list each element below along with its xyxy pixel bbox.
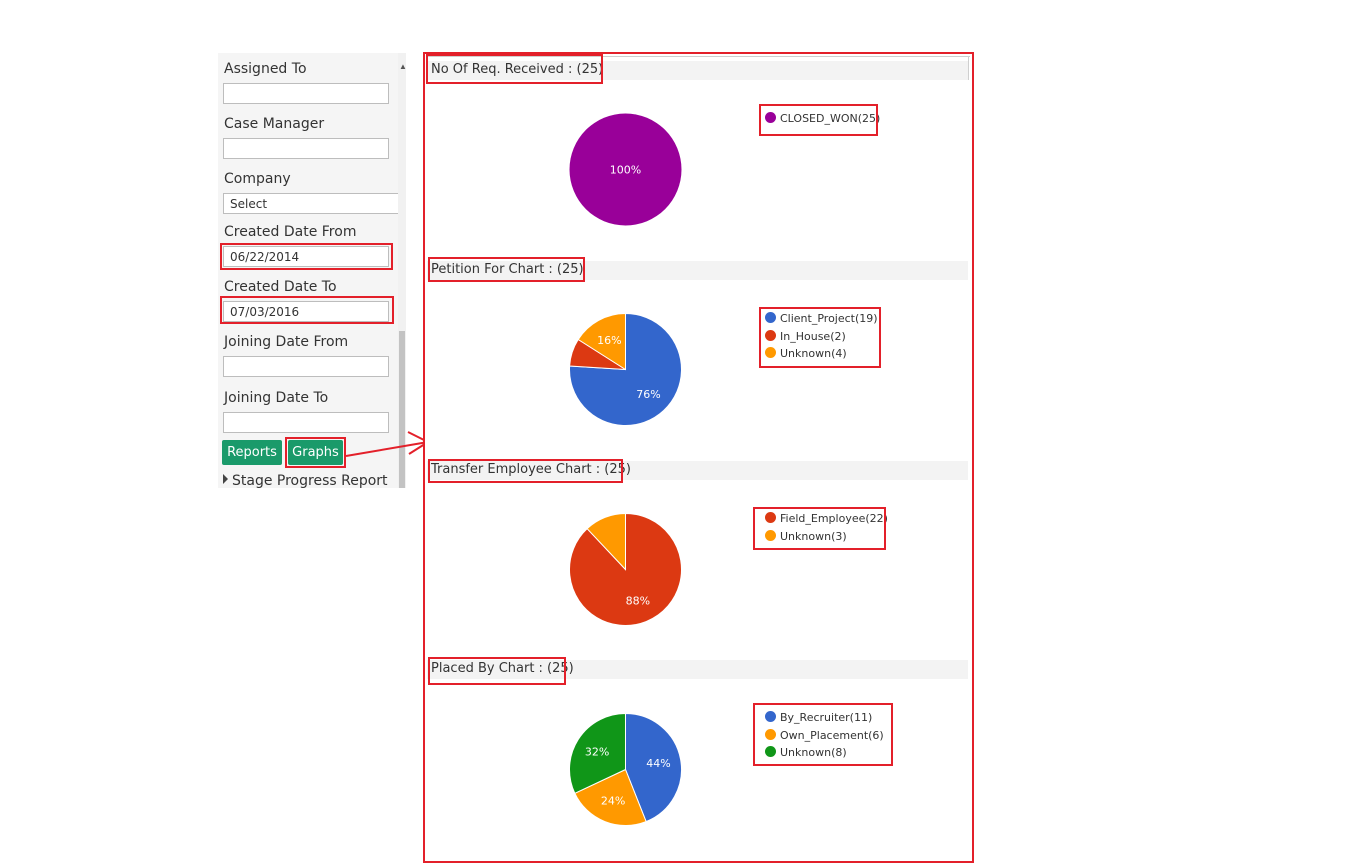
pie-slice-label: 76% (636, 388, 660, 401)
created-date-to-highlight (220, 296, 394, 324)
petition-title-highlight (428, 257, 585, 282)
joining-date-from-label: Joining Date From (224, 334, 349, 350)
created-date-from-label: Created Date From (224, 224, 357, 240)
joining-date-to-label: Joining Date To (224, 390, 329, 406)
filter-sidebar: Assigned To Case Manager Company Select … (218, 53, 406, 488)
reports-button[interactable]: Reports (222, 440, 282, 465)
pie-slice-label: 16% (597, 334, 621, 347)
transfer-employee-pie-chart: 88% (569, 512, 682, 626)
req-received-title-highlight (426, 54, 603, 84)
petition-legend-highlight (759, 307, 881, 368)
pie-slice-label: 44% (646, 757, 670, 770)
created-date-from-highlight (220, 243, 393, 270)
stage-progress-report-label: Stage Progress Report (232, 473, 388, 488)
assigned-to-label: Assigned To (224, 61, 307, 77)
placed-by-title-highlight (428, 657, 566, 685)
pie-slice-label: 88% (626, 595, 650, 608)
joining-date-from-field[interactable] (223, 356, 389, 377)
pie-slice-label: 24% (601, 795, 625, 808)
case-manager-field[interactable] (223, 138, 389, 159)
company-label: Company (224, 171, 291, 187)
stage-progress-report-toggle[interactable]: Stage Progress Report (223, 473, 388, 488)
placed-by-pie-chart: 44% 24% 32% (569, 712, 682, 826)
caret-right-icon (223, 474, 228, 484)
transfer-employee-legend-highlight (753, 507, 886, 550)
req-received-legend-highlight (759, 104, 878, 136)
pie-slice-label: 32% (585, 745, 609, 758)
created-date-to-label: Created Date To (224, 279, 337, 295)
scroll-up-arrow-icon[interactable]: ▲ (399, 63, 406, 71)
transfer-employee-title-highlight (428, 459, 623, 483)
petition-pie-chart: 76% 16% (569, 312, 682, 426)
case-manager-label: Case Manager (224, 116, 325, 132)
company-select[interactable]: Select (223, 193, 401, 214)
graphs-button-highlight (285, 437, 346, 468)
panel-side-divider (968, 56, 969, 80)
assigned-to-field[interactable] (223, 83, 389, 104)
pie-slice-label: 100% (610, 164, 641, 177)
placed-by-legend-highlight (753, 703, 893, 766)
annotation-arrow (345, 431, 429, 457)
req-received-pie-chart: 100% (569, 113, 682, 226)
